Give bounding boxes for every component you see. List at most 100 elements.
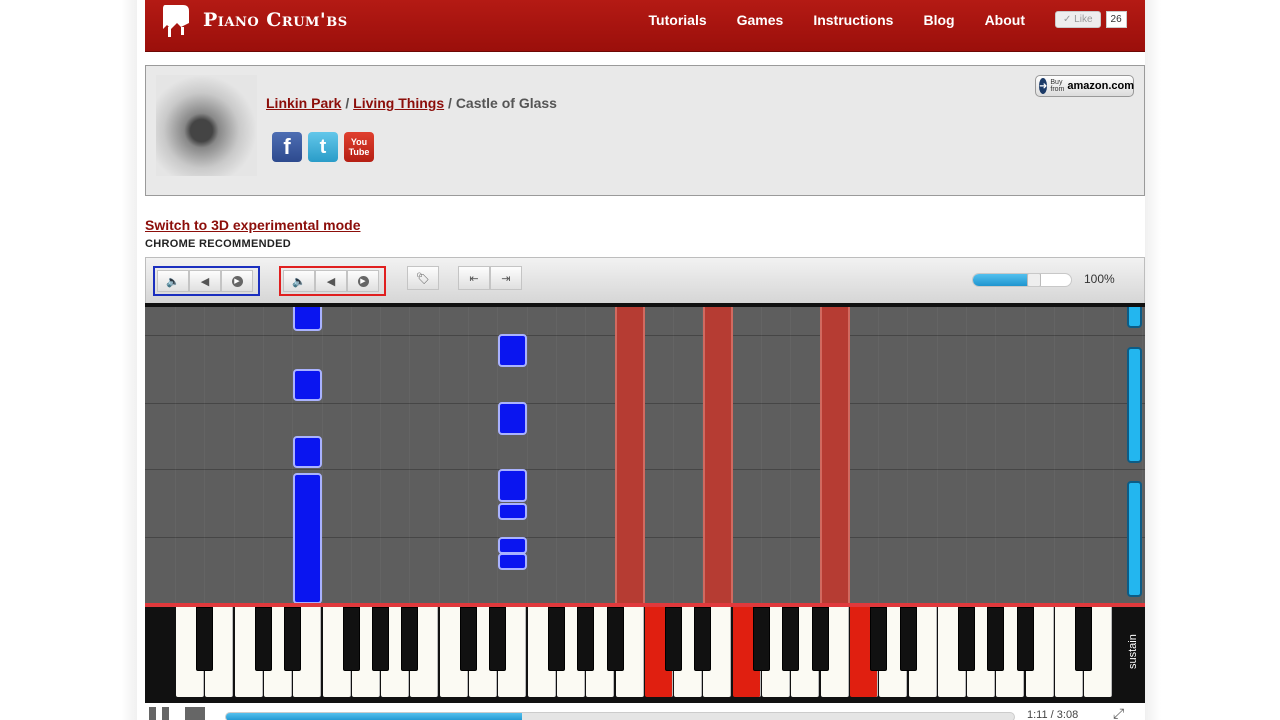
left-hand-note bbox=[293, 436, 322, 468]
youtube-icon[interactable]: You Tube bbox=[344, 132, 374, 162]
amazon-buy-text: Buy from bbox=[1050, 79, 1064, 93]
roll-gridline bbox=[263, 307, 264, 605]
black-key[interactable] bbox=[577, 607, 594, 671]
roll-gridline bbox=[790, 307, 791, 605]
left-hand-mute-button[interactable]: 🔈 bbox=[157, 270, 189, 292]
black-key[interactable] bbox=[255, 607, 272, 671]
black-key[interactable] bbox=[607, 607, 624, 671]
album-cover bbox=[156, 75, 257, 176]
speed-slider-handle[interactable] bbox=[1026, 274, 1041, 286]
amazon-buy-bottom: from bbox=[1050, 86, 1065, 93]
black-key[interactable] bbox=[694, 607, 711, 671]
buy-from-amazon-button[interactable]: ➜ Buy from amazon.com bbox=[1035, 75, 1134, 97]
song-breadcrumb: Linkin Park / Living Things / Castle of … bbox=[266, 95, 557, 111]
song-progress-fill bbox=[226, 713, 522, 720]
black-key[interactable] bbox=[987, 607, 1004, 671]
fullscreen-icon[interactable]: ⤢ bbox=[1113, 706, 1135, 720]
time-total: 3:08 bbox=[1056, 709, 1079, 720]
left-hand-play-button[interactable]: ▶ bbox=[221, 270, 253, 292]
right-hand-prev-button[interactable]: ◀ bbox=[315, 270, 347, 292]
nav-blog[interactable]: Blog bbox=[923, 12, 954, 28]
stop-icon[interactable] bbox=[185, 707, 205, 720]
artist-link[interactable]: Linkin Park bbox=[266, 95, 341, 111]
left-hand-prev-button[interactable]: ◀ bbox=[189, 270, 221, 292]
skip-forward-button[interactable]: ⇥ bbox=[490, 266, 522, 290]
right-hand-controls: 🔈 ◀ ▶ bbox=[279, 266, 386, 296]
black-key[interactable] bbox=[489, 607, 506, 671]
black-key[interactable] bbox=[548, 607, 565, 671]
roll-gridline bbox=[937, 307, 938, 605]
roll-gridline bbox=[145, 469, 1145, 470]
left-hand-note bbox=[498, 553, 527, 570]
black-key[interactable] bbox=[1017, 607, 1034, 671]
like-button[interactable]: ✓ Like bbox=[1055, 11, 1101, 28]
black-key[interactable] bbox=[196, 607, 213, 671]
left-hand-note bbox=[293, 473, 322, 604]
facebook-icon[interactable]: f bbox=[272, 132, 302, 162]
main-nav: Tutorials Games Instructions Blog About bbox=[619, 12, 1025, 28]
black-key[interactable] bbox=[284, 607, 301, 671]
time-separator: / bbox=[1050, 709, 1054, 720]
black-key[interactable] bbox=[958, 607, 975, 671]
twitter-icon[interactable]: t bbox=[308, 132, 338, 162]
play-icon: ▶ bbox=[357, 275, 369, 287]
roll-gridline bbox=[966, 307, 967, 605]
breadcrumb-separator: / bbox=[345, 95, 350, 111]
roll-gridline bbox=[439, 307, 440, 605]
left-hand-note bbox=[498, 402, 527, 435]
speed-slider[interactable] bbox=[972, 273, 1072, 287]
roll-gridline bbox=[234, 307, 235, 605]
roll-gridline bbox=[673, 307, 674, 605]
speed-percent-label: 100% bbox=[1084, 272, 1115, 286]
site-logo[interactable]: Piano Crum'bs bbox=[159, 0, 348, 40]
black-key[interactable] bbox=[782, 607, 799, 671]
skip-back-button[interactable]: ⇤ bbox=[458, 266, 490, 290]
black-key[interactable] bbox=[665, 607, 682, 671]
nav-tutorials[interactable]: Tutorials bbox=[649, 12, 707, 28]
social-links: f t You Tube bbox=[272, 132, 380, 162]
roll-gridline bbox=[761, 307, 762, 605]
left-hand-note bbox=[498, 503, 527, 520]
right-hand-play-button[interactable]: ▶ bbox=[347, 270, 379, 292]
roll-gridline bbox=[409, 307, 410, 605]
amazon-name: amazon.com bbox=[1067, 80, 1135, 92]
black-key[interactable] bbox=[401, 607, 418, 671]
roll-gridline bbox=[322, 307, 323, 605]
song-info-panel: Linkin Park / Living Things / Castle of … bbox=[145, 65, 1145, 196]
breadcrumb-separator: / bbox=[448, 95, 452, 111]
roll-gridline bbox=[468, 307, 469, 605]
roll-gridline bbox=[351, 307, 352, 605]
black-key[interactable] bbox=[870, 607, 887, 671]
black-key[interactable] bbox=[900, 607, 917, 671]
left-shadow bbox=[121, 0, 137, 720]
roll-gridline bbox=[1054, 307, 1055, 605]
facebook-like[interactable]: ✓ Like 26 bbox=[1055, 10, 1127, 29]
nav-instructions[interactable]: Instructions bbox=[813, 12, 893, 28]
album-link[interactable]: Living Things bbox=[353, 95, 444, 111]
right-hand-mute-button[interactable]: 🔈 bbox=[283, 270, 315, 292]
nav-about[interactable]: About bbox=[985, 12, 1025, 28]
pause-icon[interactable] bbox=[149, 707, 169, 720]
tag-button[interactable]: 🏷 bbox=[407, 266, 439, 290]
left-hand-note bbox=[498, 334, 527, 367]
switch-3d-mode-link[interactable]: Switch to 3D experimental mode bbox=[145, 217, 361, 233]
right-hand-note bbox=[615, 307, 645, 605]
amazon-buy-top: Buy bbox=[1050, 79, 1063, 86]
black-key[interactable] bbox=[753, 607, 770, 671]
roll-gridline bbox=[878, 307, 879, 605]
play-icon: ▶ bbox=[231, 275, 243, 287]
player-toolbar: 🔈 ◀ ▶ 🔈 ◀ ▶ 🏷 ⇤ ⇥ 100% bbox=[145, 257, 1145, 303]
left-hand-note bbox=[498, 469, 527, 502]
tag-control: 🏷 bbox=[407, 266, 439, 292]
black-key[interactable] bbox=[812, 607, 829, 671]
black-key[interactable] bbox=[372, 607, 389, 671]
song-progress-bar[interactable] bbox=[225, 712, 1015, 720]
black-key[interactable] bbox=[460, 607, 477, 671]
nav-games[interactable]: Games bbox=[737, 12, 784, 28]
roll-gridline bbox=[1142, 307, 1143, 605]
left-hand-note bbox=[498, 537, 527, 554]
left-hand-note bbox=[293, 307, 322, 331]
piano-roll bbox=[145, 303, 1145, 605]
black-key[interactable] bbox=[343, 607, 360, 671]
black-key[interactable] bbox=[1075, 607, 1092, 671]
